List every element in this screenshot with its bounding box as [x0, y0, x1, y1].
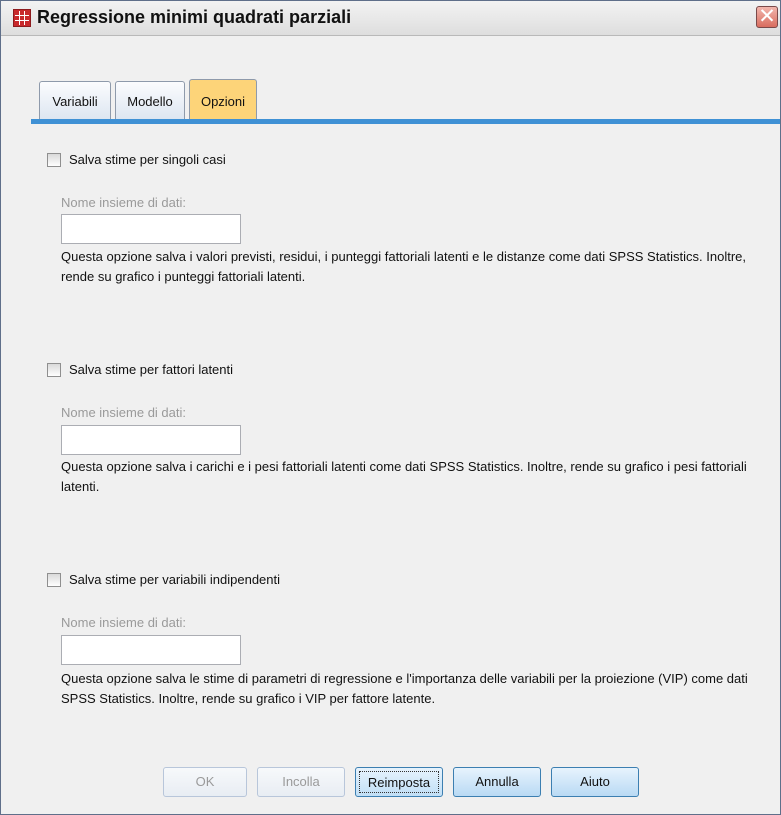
window-title: Regressione minimi quadrati parziali — [37, 7, 352, 27]
tab-opzioni[interactable]: Opzioni — [189, 79, 257, 121]
variable-dataset-name-input[interactable] — [61, 635, 241, 665]
tab-modello[interactable]: Modello — [115, 81, 185, 119]
tab-variabili[interactable]: Variabili — [39, 81, 111, 119]
close-button[interactable]: ✕ — [756, 5, 778, 28]
save-latent-factor-estimates-checkbox[interactable] — [47, 363, 61, 377]
tab-underline — [31, 119, 780, 124]
ok-button[interactable]: OK — [163, 767, 247, 797]
case-estimates-description: Questa opzione salva i valori previsti, … — [61, 249, 747, 284]
save-latent-factor-estimates-label: Salva stime per fattori latenti — [69, 362, 234, 377]
spss-grid-icon — [13, 9, 31, 27]
help-button[interactable]: Aiuto — [551, 767, 639, 797]
dialog-window: Regressione minimi quadrati parziali ✕ V… — [0, 0, 781, 815]
save-independent-variable-estimates-checkbox[interactable] — [47, 573, 61, 587]
factor-dataset-name-label: Nome insieme di dati: — [61, 405, 186, 420]
save-independent-variable-estimates-label: Salva stime per variabili indipendenti — [69, 572, 281, 587]
title-bar[interactable]: Regressione minimi quadrati parziali ✕ — [1, 1, 780, 36]
latent-factor-estimates-description: Questa opzione salva i carichi e i pesi … — [61, 459, 747, 494]
independent-variable-estimates-description: Questa opzione salva le stime di paramet… — [61, 671, 748, 706]
reset-button[interactable]: Reimposta — [355, 767, 443, 797]
save-case-estimates-label: Salva stime per singoli casi — [69, 152, 226, 167]
factor-dataset-name-input[interactable] — [61, 425, 241, 455]
case-dataset-name-input[interactable] — [61, 214, 241, 244]
variable-dataset-name-label: Nome insieme di dati: — [61, 615, 186, 630]
save-case-estimates-checkbox[interactable] — [47, 153, 61, 167]
reset-button-label: Reimposta — [359, 771, 439, 793]
cancel-button[interactable]: Annulla — [453, 767, 541, 797]
close-icon: ✕ — [758, 5, 776, 28]
paste-button[interactable]: Incolla — [257, 767, 345, 797]
case-dataset-name-label: Nome insieme di dati: — [61, 195, 186, 210]
